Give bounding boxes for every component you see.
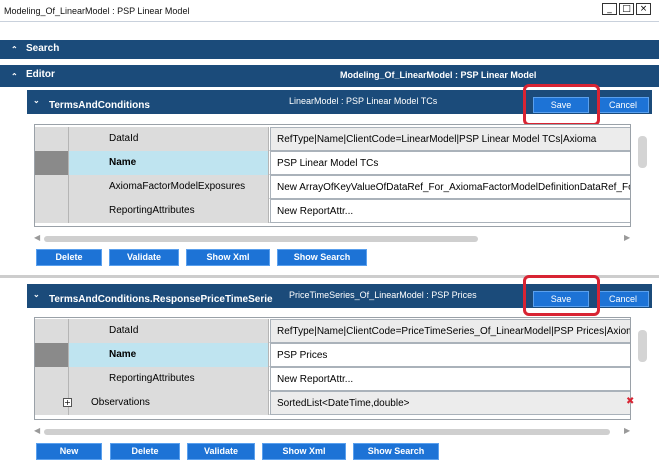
- window-controls: _ □ ×: [602, 3, 651, 15]
- scroll-left-icon[interactable]: ◀: [34, 426, 40, 435]
- validate-button[interactable]: Validate: [109, 249, 179, 266]
- property-value[interactable]: RefType|Name|ClientCode=LinearModel|PSP …: [270, 127, 630, 151]
- row-selector[interactable]: [35, 199, 69, 223]
- property-name: Name: [69, 151, 269, 175]
- show-xml-button[interactable]: Show Xml: [186, 249, 270, 266]
- property-name-label: Observations: [91, 397, 150, 408]
- table-row[interactable]: ReportingAttributes New ReportAttr...: [35, 367, 630, 391]
- horizontal-scrollbar-thumb[interactable]: [44, 236, 478, 242]
- table-row[interactable]: Name PSP Linear Model TCs: [35, 151, 630, 175]
- property-name: DataId: [69, 319, 269, 343]
- scroll-left-icon[interactable]: ◀: [34, 233, 40, 242]
- expand-icon[interactable]: +: [63, 398, 72, 407]
- chevron-up-icon: ⌃: [11, 45, 18, 54]
- window-title: Modeling_Of_LinearModel : PSP Linear Mod…: [4, 6, 190, 16]
- cancel-button[interactable]: Cancel: [597, 97, 649, 113]
- scroll-right-icon[interactable]: ▶: [624, 233, 630, 242]
- window-titlebar: Modeling_Of_LinearModel : PSP Linear Mod…: [0, 0, 659, 22]
- chevron-up-icon: ⌃: [11, 72, 18, 81]
- table-row[interactable]: DataId RefType|Name|ClientCode=PriceTime…: [35, 319, 630, 343]
- minimize-button[interactable]: _: [602, 3, 617, 15]
- search-label: Search: [26, 43, 60, 54]
- price-series-panel-title: TermsAndConditions.ResponsePriceTimeSeri…: [49, 294, 273, 305]
- property-name: + Observations: [63, 391, 269, 415]
- price-series-properties-grid: DataId RefType|Name|ClientCode=PriceTime…: [34, 317, 631, 420]
- property-name: AxiomaFactorModelExposures: [69, 175, 269, 199]
- vertical-scrollbar-thumb[interactable]: [638, 136, 647, 168]
- property-name: DataId: [69, 127, 269, 151]
- scroll-right-icon[interactable]: ▶: [624, 426, 630, 435]
- show-search-button[interactable]: Show Search: [353, 443, 439, 460]
- chevron-down-icon[interactable]: ⌄: [33, 290, 40, 299]
- table-row[interactable]: DataId RefType|Name|ClientCode=LinearMod…: [35, 127, 630, 151]
- delete-button[interactable]: Delete: [36, 249, 102, 266]
- terms-panel-title: TermsAndConditions: [49, 100, 150, 111]
- price-series-panel-context: PriceTimeSeries_Of_LinearModel : PSP Pri…: [289, 290, 477, 300]
- horizontal-scrollbar-thumb[interactable]: [44, 429, 610, 435]
- maximize-button[interactable]: □: [619, 3, 634, 15]
- editor-label: Editor: [26, 69, 55, 80]
- delete-x-icon[interactable]: ✖: [626, 396, 634, 407]
- new-button[interactable]: New: [36, 443, 102, 460]
- delete-button[interactable]: Delete: [110, 443, 180, 460]
- row-selector[interactable]: [35, 319, 69, 343]
- save-highlight-annotation: [523, 275, 600, 316]
- terms-panel-context: LinearModel : PSP Linear Model TCs: [289, 96, 438, 106]
- row-selector[interactable]: [35, 127, 69, 151]
- property-value[interactable]: PSP Prices: [270, 343, 630, 367]
- table-row[interactable]: + Observations SortedList<DateTime,doubl…: [35, 391, 630, 415]
- property-value[interactable]: RefType|Name|ClientCode=PriceTimeSeries_…: [270, 319, 630, 343]
- property-name: ReportingAttributes: [69, 367, 269, 391]
- terms-properties-grid: DataId RefType|Name|ClientCode=LinearMod…: [34, 124, 631, 227]
- property-value[interactable]: PSP Linear Model TCs: [270, 151, 630, 175]
- search-section-header[interactable]: ⌃ Search: [0, 40, 659, 59]
- property-value[interactable]: New ArrayOfKeyValueOfDataRef_For_AxiomaF…: [270, 175, 630, 199]
- row-selector[interactable]: [35, 151, 69, 175]
- vertical-scrollbar-thumb[interactable]: [638, 330, 647, 362]
- property-value[interactable]: New ReportAttr...: [270, 199, 630, 223]
- table-row[interactable]: ReportingAttributes New ReportAttr...: [35, 199, 630, 223]
- show-xml-button[interactable]: Show Xml: [262, 443, 346, 460]
- chevron-down-icon[interactable]: ⌄: [33, 96, 40, 105]
- property-value[interactable]: SortedList<DateTime,double>: [270, 391, 630, 415]
- editor-context-title: Modeling_Of_LinearModel : PSP Linear Mod…: [340, 70, 537, 80]
- show-search-button[interactable]: Show Search: [277, 249, 367, 266]
- row-selector[interactable]: [35, 343, 69, 367]
- close-button[interactable]: ×: [636, 3, 651, 15]
- row-selector[interactable]: [35, 367, 69, 391]
- row-selector[interactable]: [35, 175, 69, 199]
- property-value[interactable]: New ReportAttr...: [270, 367, 630, 391]
- property-name: ReportingAttributes: [69, 199, 269, 223]
- property-name: Name: [69, 343, 269, 367]
- cancel-button[interactable]: Cancel: [597, 291, 649, 307]
- save-highlight-annotation: [523, 84, 600, 126]
- validate-button[interactable]: Validate: [187, 443, 255, 460]
- table-row[interactable]: AxiomaFactorModelExposures New ArrayOfKe…: [35, 175, 630, 199]
- table-row[interactable]: Name PSP Prices: [35, 343, 630, 367]
